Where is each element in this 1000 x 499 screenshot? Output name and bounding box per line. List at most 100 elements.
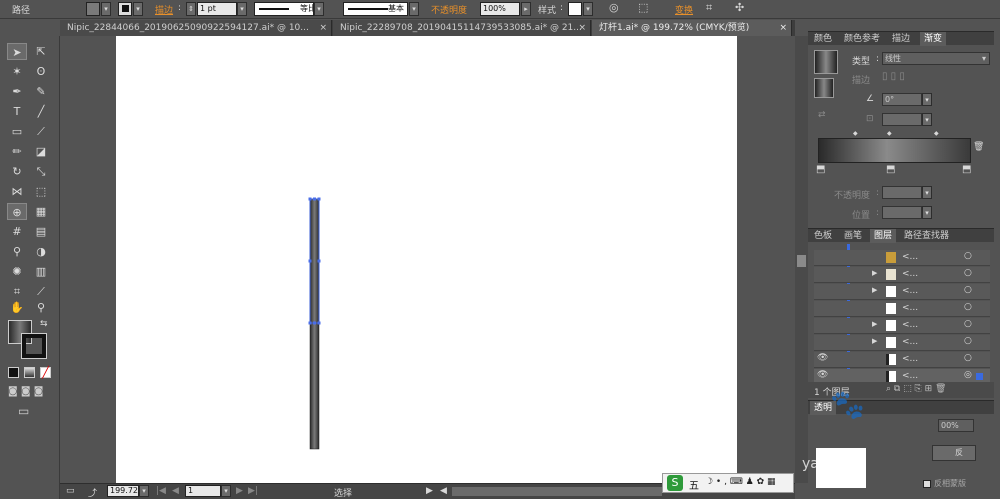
anchor-point[interactable] [317,321,321,325]
scroll-thumb[interactable] [797,255,806,267]
selection-tool-icon[interactable]: ➤ [7,43,27,60]
midpoint-diamond-icon[interactable]: ◆ [934,130,939,137]
anchor-point[interactable] [313,197,316,201]
expand-arrow-icon[interactable]: ▶ [872,337,877,345]
transform-link[interactable]: 变换 [675,3,693,16]
zoom-input[interactable]: 199.72 [107,485,139,497]
layer-row[interactable]: ▶ <... ○ [814,318,990,334]
layer-row[interactable]: <... ○ [814,301,990,317]
pencil-icon[interactable]: ✏ [7,143,27,160]
color-stop[interactable]: ⬒ [816,164,825,175]
rectangle-tool-icon[interactable]: ▭ [7,123,27,140]
gradient-tool-icon[interactable]: ▤ [31,223,51,240]
fill-stroke-indicator[interactable] [814,78,834,98]
stroke-color-box[interactable] [21,333,47,359]
curvature-tool-icon[interactable]: ✎ [31,83,51,100]
expand-arrow-icon[interactable]: ▶ [872,320,877,328]
brush-select[interactable]: 基本 [343,2,408,16]
close-icon[interactable]: × [578,20,586,36]
target-icon[interactable]: ◎ [964,370,972,380]
aspect-ratio-input[interactable] [882,113,922,126]
tab-gradient[interactable]: 渐变 [920,32,947,46]
eyedropper-icon[interactable]: ⚲ [7,243,27,260]
expand-arrow-icon[interactable]: ▶ [872,286,877,294]
stroke-swatch[interactable] [118,2,132,16]
page-dropdown[interactable]: ▾ [221,485,231,497]
color-stop[interactable]: ⬒ [962,164,971,175]
gradient-mode-icon[interactable] [24,367,35,378]
anchor-point[interactable] [317,197,321,201]
anchor-point[interactable] [308,259,312,263]
target-icon[interactable]: ○ [964,336,972,346]
status-menu-icon[interactable]: ▶ [426,486,433,496]
align-icon[interactable]: ⬚ [638,1,648,14]
target-icon[interactable]: ○ [964,251,972,261]
symbol-sprayer-icon[interactable]: ✺ [7,263,27,280]
isolate-icon[interactable]: ⌗ [706,1,712,15]
artboard-nav-icon[interactable]: ▭ [66,486,75,496]
target-icon[interactable]: ○ [964,353,972,363]
gradient-type-select[interactable]: 线性 ▾ [882,52,990,65]
angle-dropdown[interactable]: ▾ [922,93,932,106]
opacity-link[interactable]: 不透明度 [431,3,467,16]
artboard[interactable] [116,36,737,483]
page-input[interactable]: 1 [185,485,221,497]
profile-dropdown[interactable]: ▾ [314,2,324,16]
eye-icon[interactable]: 👁 [817,370,828,380]
color-stop[interactable]: ⬒ [886,164,895,175]
scroll-left-icon[interactable]: ◀ [440,486,447,496]
opacity-dropdown[interactable]: ▸ [521,2,531,16]
opacity-dropdown[interactable]: ▾ [922,186,932,199]
next-page-icon[interactable]: ▶ [236,486,243,496]
make-mask-button[interactable]: 反 [932,445,976,461]
target-icon[interactable]: ○ [964,319,972,329]
screen-mode-icon[interactable]: ▭ [18,404,29,418]
export-icon[interactable]: ⤴ [88,486,97,499]
gradient-swatch[interactable] [814,50,838,74]
reverse-gradient-icon[interactable]: ⇄ [818,110,826,120]
rotate-tool-icon[interactable]: ↻ [7,163,27,180]
ime-tool-icons[interactable]: ☽ • , ⌨ ♟ ✿ ▦ [705,477,776,487]
sogou-logo-icon[interactable]: S [667,475,683,491]
brush-dropdown[interactable]: ▾ [409,2,419,16]
scale-tool-icon[interactable]: ⤡ [31,163,51,180]
last-page-icon[interactable]: ▶| [248,486,258,496]
invert-mask-checkbox[interactable] [923,480,931,488]
recolor-icon[interactable]: ◎ [609,1,619,14]
paintbrush-icon[interactable]: ⟋ [31,123,51,140]
eraser-icon[interactable]: ◪ [31,143,51,160]
stroke-link[interactable]: 描边 [155,3,173,16]
stroke-gradient-options[interactable]: ▯ ▯ ▯ [882,71,905,82]
tab-pathfinder[interactable]: 路径查找器 [900,229,953,243]
anchor-point[interactable] [308,321,312,325]
angle-input[interactable]: 0° [882,93,922,106]
close-icon[interactable]: × [319,20,327,36]
tab-doc-1[interactable]: Nipic_22844066_20190625090922594127.ai* … [60,20,332,36]
type-tool-icon[interactable]: T [7,103,27,120]
style-swatch[interactable] [568,2,582,16]
layer-actions-icons[interactable]: ⌕ ⧉ ⬚ ⎘ ⊞ 🗑 [886,384,946,394]
object-thumbnail[interactable] [816,448,866,488]
width-tool-icon[interactable]: ⋈ [7,183,27,200]
envelope-icon[interactable]: ✣ [735,1,744,14]
prev-page-icon[interactable]: ◀ [172,486,179,496]
tab-doc-active[interactable]: 灯杆1.ai* @ 199.72% (CMYK/预览) × [592,20,792,36]
stroke-dropdown[interactable]: ▾ [133,2,143,16]
tab-doc-2[interactable]: Nipic_22289708_20190415114739533085.ai* … [333,20,591,36]
layer-row[interactable]: ▶ <... ○ [814,335,990,351]
lasso-icon[interactable]: ʘ [31,63,51,80]
direct-selection-tool-icon[interactable]: ⇱ [31,43,51,60]
tab-stroke[interactable]: 描边 [888,32,914,46]
style-dropdown[interactable]: ▾ [583,2,593,16]
ime-mode[interactable]: 五 [689,477,699,492]
lamp-pole-artwork[interactable] [116,36,737,483]
canvas-scrollbar[interactable] [795,36,808,483]
perspective-grid-icon[interactable]: ▦ [31,203,51,220]
hand-tool-icon[interactable]: ✋ [7,299,27,316]
tab-color-guide[interactable]: 颜色参考 [840,32,884,46]
layer-row[interactable]: ▶ <... ○ [814,267,990,283]
tab-transparency[interactable]: 透明 [810,401,837,415]
anchor-point[interactable] [313,321,316,325]
stroke-stepper[interactable]: ⇕ [186,2,196,16]
position-dropdown[interactable]: ▾ [922,206,932,219]
